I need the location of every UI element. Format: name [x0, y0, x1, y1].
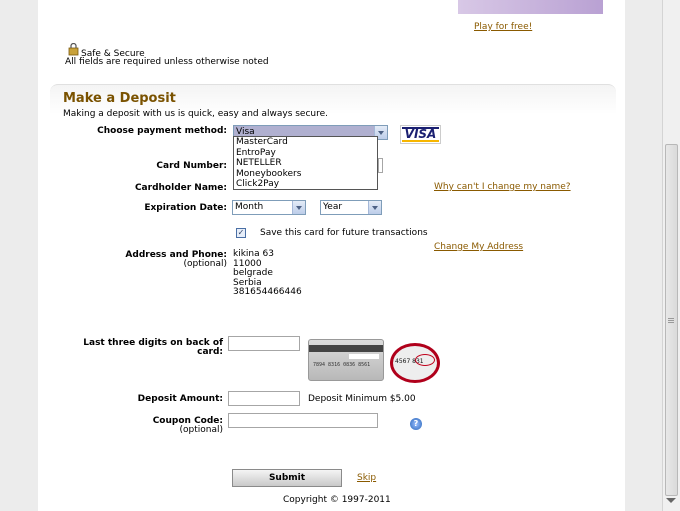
- payment-method-dropdown[interactable]: MasterCard EntroPay NETELLER Moneybooker…: [233, 136, 378, 190]
- expiration-date-label: Expiration Date:: [144, 203, 227, 213]
- deposit-amount-input[interactable]: [228, 391, 300, 406]
- save-card-checkbox[interactable]: ✓: [236, 228, 246, 238]
- scroll-down-icon[interactable]: [666, 498, 676, 503]
- coupon-code-input[interactable]: [228, 413, 378, 428]
- card-back-image: 7894 8316 0836 8561: [308, 339, 384, 381]
- expiration-year-value: Year: [323, 202, 343, 212]
- change-address-link[interactable]: Change My Address: [434, 242, 523, 252]
- payment-option[interactable]: Moneybookers: [234, 169, 377, 180]
- promo-banner[interactable]: [458, 0, 603, 14]
- scroll-thumb[interactable]: [665, 144, 678, 496]
- expiration-month-select[interactable]: Month: [232, 200, 306, 215]
- play-for-free-link[interactable]: Play for free!: [474, 22, 532, 32]
- address-optional: (optional): [183, 259, 228, 269]
- required-note: All fields are required unless otherwise…: [65, 57, 269, 67]
- visa-logo: VISA: [400, 125, 441, 144]
- payment-option[interactable]: EntroPay: [234, 148, 377, 159]
- vertical-scrollbar[interactable]: [662, 0, 680, 511]
- payment-option[interactable]: NETELLER: [234, 158, 377, 169]
- card-numbers-text: 7894 8316 0836 8561: [313, 362, 371, 368]
- payment-option[interactable]: MasterCard: [234, 137, 377, 148]
- help-icon[interactable]: ?: [410, 418, 422, 430]
- chevron-down-icon[interactable]: [292, 201, 305, 214]
- payment-method-label: Choose payment method:: [97, 126, 227, 136]
- deposit-subtitle: Making a deposit with us is quick, easy …: [63, 109, 329, 119]
- why-cant-change-name-link[interactable]: Why can't I change my name?: [434, 182, 571, 192]
- save-card-label: Save this card for future transactions: [260, 228, 428, 238]
- scroll-grip-icon: [668, 318, 674, 319]
- cvv-label-2: card:: [197, 347, 223, 357]
- cardholder-name-label: Cardholder Name:: [134, 183, 227, 193]
- address-line: 381654466446: [233, 287, 302, 297]
- deposit-amount-label: Deposit Amount:: [137, 394, 223, 404]
- chevron-down-icon[interactable]: [368, 201, 381, 214]
- payment-option[interactable]: Click2Pay: [234, 179, 377, 190]
- expiration-year-select[interactable]: Year: [320, 200, 382, 215]
- card-number-input[interactable]: [378, 158, 383, 173]
- coupon-optional: (optional): [179, 425, 224, 435]
- copyright: Copyright © 1997-2011: [283, 495, 391, 505]
- cvv-zoom-image: 4567 831: [390, 343, 440, 383]
- deposit-minimum-text: Deposit Minimum $5.00: [308, 394, 416, 404]
- page-title: Make a Deposit: [63, 91, 176, 106]
- submit-button[interactable]: Submit: [232, 469, 342, 487]
- card-number-label: Card Number:: [156, 161, 227, 171]
- skip-link[interactable]: Skip: [357, 473, 376, 483]
- address-block: kikina 63 11000 belgrade Serbia 38165446…: [233, 249, 302, 298]
- expiration-month-value: Month: [235, 202, 264, 212]
- cvv-input[interactable]: [228, 336, 300, 351]
